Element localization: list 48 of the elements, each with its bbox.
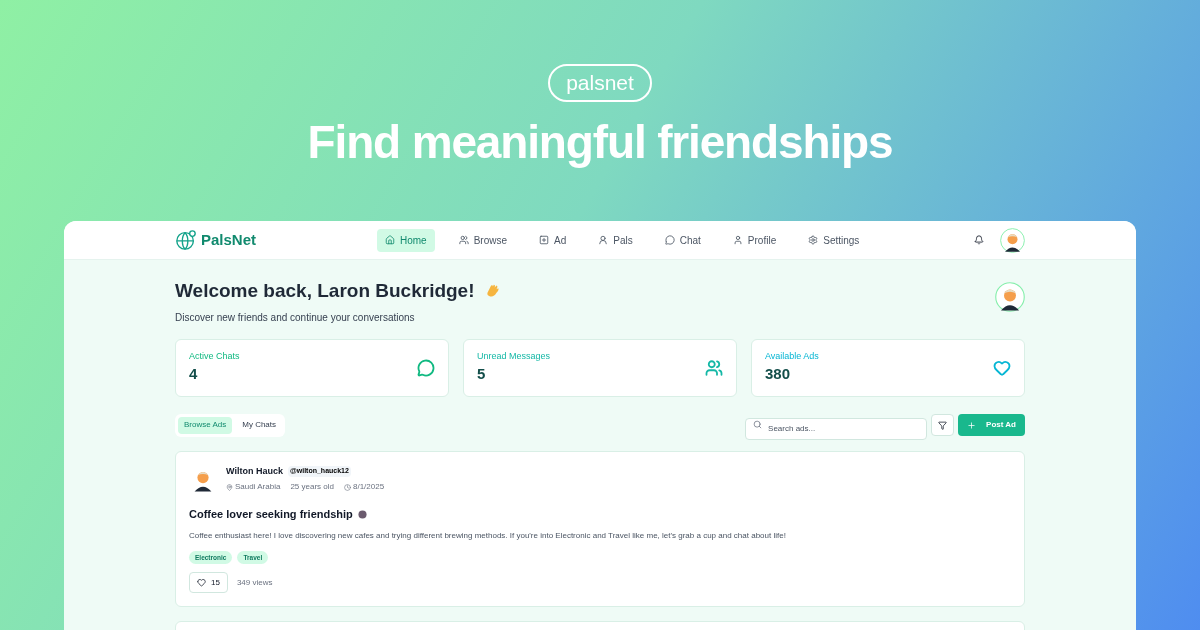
brand-pill: palsnet xyxy=(548,64,652,102)
heart-icon xyxy=(197,578,206,588)
plus-icon xyxy=(967,420,977,430)
views-count: 349 views xyxy=(236,576,273,589)
avatar-icon xyxy=(995,282,1025,312)
nav-tab[interactable]: Browse xyxy=(450,228,516,252)
age-text: 25 years old xyxy=(290,481,334,493)
location-text: Saudi Arabia xyxy=(235,481,281,493)
coffee-icon xyxy=(357,509,367,519)
author-name: Wilton Hauck xyxy=(226,464,283,478)
search-field[interactable]: Search ads... xyxy=(745,417,928,440)
people-icon xyxy=(458,235,469,245)
nav-tab[interactable]: Home xyxy=(377,228,435,252)
person-icon xyxy=(598,235,609,245)
brand-name: PalsNet xyxy=(201,229,257,250)
filter-button[interactable] xyxy=(931,414,955,436)
plus-square-icon xyxy=(539,235,550,245)
settings-icon xyxy=(808,235,819,245)
home-icon xyxy=(385,235,395,245)
nav-tab[interactable]: Settings xyxy=(800,228,868,252)
bell-icon[interactable] xyxy=(974,235,984,245)
chat-bubble-icon xyxy=(664,235,675,245)
filter-icon xyxy=(938,420,948,430)
post-body: Coffee enthusiast here! I love discovering new cafes and trying different brewing methods. If you're into Electronic and Travel like me, let's grab a cup and chat about life! xyxy=(189,529,787,542)
stat-value: 4 xyxy=(189,364,199,384)
stat-value: 5 xyxy=(477,364,487,384)
search-icon xyxy=(753,420,763,429)
nav-tab[interactable]: Chat xyxy=(656,228,709,252)
nav-tab[interactable]: Pals xyxy=(590,228,641,252)
tab[interactable]: Browse Ads xyxy=(178,416,233,434)
post-title: Coffee lover seeking friendship xyxy=(189,507,353,522)
clock-icon xyxy=(343,483,351,491)
avatar-icon xyxy=(1000,227,1025,253)
nav-tab[interactable]: Profile xyxy=(724,228,785,252)
tab[interactable]: My Chats xyxy=(236,416,283,434)
stat-label: Unread Messages xyxy=(477,349,551,363)
welcome-title: Welcome back, Laron Buckridge! xyxy=(175,279,475,303)
hero-title: Find meaningful friendships xyxy=(307,115,893,170)
stat-value: 380 xyxy=(765,364,792,384)
stat-label: Active Chats xyxy=(189,349,240,363)
stat-label: Available Ads xyxy=(765,349,819,363)
nav-tab[interactable]: Ad xyxy=(531,228,575,252)
date-text: 8/1/2025 xyxy=(352,481,385,493)
welcome-subtitle: Discover new friends and continue your conversations xyxy=(175,310,416,325)
location-pin-icon xyxy=(226,483,233,491)
globe-logo-icon xyxy=(175,229,197,251)
like-button[interactable]: 15 xyxy=(189,572,228,594)
user-icon xyxy=(732,235,743,245)
